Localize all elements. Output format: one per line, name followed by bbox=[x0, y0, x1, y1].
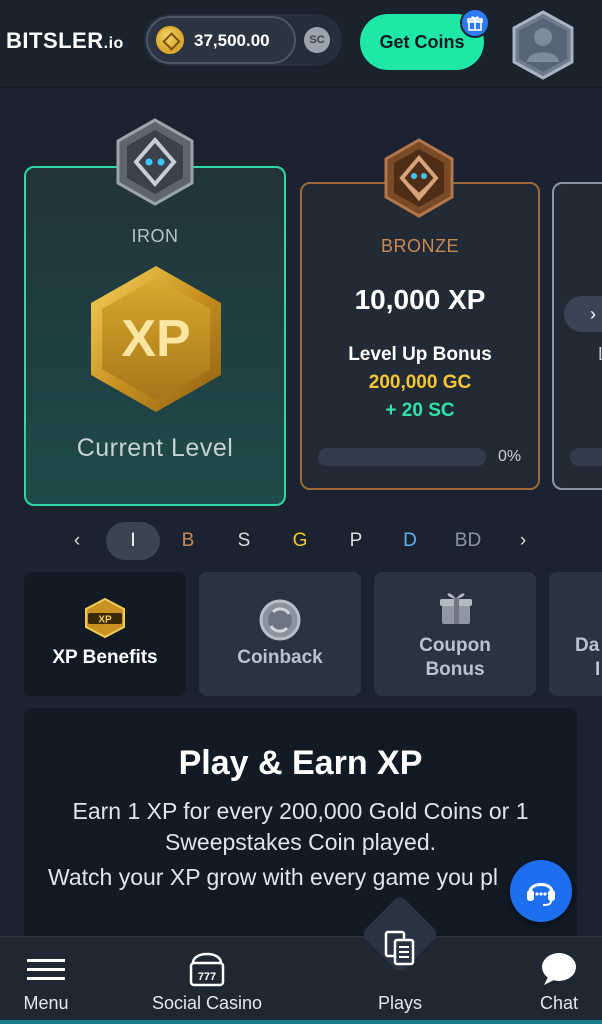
xp-badge-text: XP bbox=[121, 310, 190, 368]
bottom-navigation: Menu 777 Social Casino Plays Chat bbox=[0, 936, 602, 1024]
nav-chat-label: Chat bbox=[539, 993, 579, 1013]
logo-text: BITSLER bbox=[6, 28, 104, 53]
bronze-rank-icon bbox=[384, 138, 454, 223]
nav-chat[interactable]: Chat bbox=[516, 937, 602, 1024]
plays-icon[interactable] bbox=[384, 930, 416, 966]
nav-social-casino[interactable]: 777 Social Casino bbox=[140, 937, 274, 1024]
coinback-icon bbox=[257, 598, 303, 647]
level-card-iron[interactable]: IRON XP Current Level bbox=[24, 166, 286, 506]
gold-coin-balance[interactable]: 37,500.00 bbox=[146, 16, 296, 64]
level-card-bronze[interactable]: BRONZE 10,000 XP Level Up Bonus 200,000 … bbox=[300, 182, 540, 490]
level-up-bonus-label: Level Up Bonus bbox=[348, 344, 492, 365]
support-chat-button[interactable] bbox=[510, 860, 572, 922]
gold-coin-icon bbox=[156, 26, 184, 54]
tab-label-coupon-line2: Bonus bbox=[425, 659, 485, 680]
level-tab-iron[interactable]: I bbox=[106, 522, 160, 560]
nav-menu[interactable]: Menu bbox=[0, 937, 92, 1024]
current-level-label: Current Level bbox=[76, 434, 234, 462]
level-tab-gold[interactable]: G bbox=[284, 522, 316, 560]
panel-description: Earn 1 XP for every 200,000 Gold Coins o… bbox=[72, 798, 529, 855]
tab-label-coinback: Coinback bbox=[237, 647, 323, 668]
level-tab-black-diamond[interactable]: BD bbox=[446, 522, 490, 560]
tab-label-coupon-line1: Coupon bbox=[419, 635, 491, 656]
xp-badge-icon: XP bbox=[84, 597, 126, 643]
carousel-next-icon[interactable]: › bbox=[564, 296, 602, 332]
bottom-accent-line bbox=[0, 1020, 602, 1024]
tab-coupon-bonus[interactable]: Coupon Bonus bbox=[374, 572, 536, 696]
gift-box-icon bbox=[436, 588, 476, 633]
chat-bubble-icon bbox=[542, 953, 576, 985]
headset-icon bbox=[527, 883, 555, 906]
bitsler-logo[interactable]: BITSLER.io bbox=[6, 28, 124, 54]
balance-amount: 37,500.00 bbox=[194, 31, 270, 50]
play-earn-panel: Play & Earn XP Earn 1 XP for every 200,0… bbox=[24, 708, 577, 948]
silver-progress-bar bbox=[570, 448, 602, 466]
level-card-peek-text: L bbox=[598, 344, 602, 365]
iron-rank-icon bbox=[116, 118, 194, 211]
nav-social-casino-label: Social Casino bbox=[151, 993, 263, 1013]
level-tab-platinum[interactable]: P bbox=[340, 522, 372, 560]
panel-description-line3: Watch your XP grow with every game you p… bbox=[48, 864, 498, 890]
logo-suffix: .io bbox=[103, 35, 124, 52]
level-card-silver[interactable]: › L bbox=[552, 182, 602, 490]
tab-label-daily-line1: Da bbox=[575, 635, 600, 656]
level-progress-bar bbox=[318, 448, 486, 466]
tab-daily[interactable]: Da I bbox=[549, 572, 602, 696]
nav-menu-label: Menu bbox=[23, 993, 69, 1013]
bonus-sweepstakes-coins: + 20 SC bbox=[385, 400, 455, 421]
gift-icon[interactable] bbox=[460, 8, 490, 38]
xp-required: 10,000 XP bbox=[354, 284, 486, 315]
menu-icon bbox=[27, 959, 65, 980]
tab-xp-benefits[interactable]: XP XP Benefits bbox=[24, 572, 186, 696]
top-header: BITSLER.io 37,500.00 SC Get Coins bbox=[0, 0, 602, 88]
panel-title: Play & Earn XP bbox=[178, 744, 423, 782]
level-progress-percent: 0% bbox=[498, 448, 522, 465]
bonus-gold-coins: 200,000 GC bbox=[368, 372, 472, 393]
nav-plays-label: Plays bbox=[377, 993, 422, 1013]
level-selector: ‹ I B S G P D BD › bbox=[60, 522, 540, 560]
level-prev-button[interactable]: ‹ bbox=[60, 522, 94, 560]
tab-coinback[interactable]: Coinback bbox=[199, 572, 361, 696]
xp-hexagon-icon: XP bbox=[88, 264, 224, 419]
balance-widget[interactable]: 37,500.00 SC bbox=[144, 14, 342, 66]
level-next-button[interactable]: › bbox=[506, 522, 540, 560]
svg-text:777: 777 bbox=[198, 971, 216, 983]
slot-machine-icon: 777 bbox=[189, 952, 225, 987]
sweepstakes-coin-toggle[interactable]: SC bbox=[304, 27, 330, 53]
tab-label-xp-benefits: XP Benefits bbox=[52, 647, 158, 668]
level-name-iron: IRON bbox=[131, 226, 179, 246]
tab-label-daily-line2: I bbox=[595, 659, 601, 680]
profile-avatar[interactable] bbox=[512, 10, 574, 80]
svg-text:XP: XP bbox=[98, 615, 112, 626]
level-name-bronze: BRONZE bbox=[380, 236, 459, 256]
level-tab-bronze[interactable]: B bbox=[172, 522, 204, 560]
level-tab-silver[interactable]: S bbox=[228, 522, 260, 560]
level-tab-diamond[interactable]: D bbox=[394, 522, 426, 560]
